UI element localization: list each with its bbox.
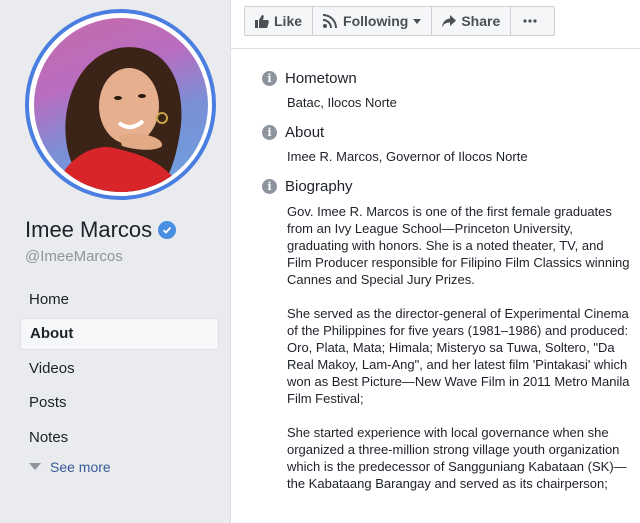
chevron-down-icon xyxy=(413,18,422,24)
like-label: Like xyxy=(274,13,303,29)
nav-item-notes[interactable]: Notes xyxy=(20,421,219,453)
share-label: Share xyxy=(461,13,501,29)
page-nav: Home About Videos Posts Notes See more xyxy=(20,283,219,478)
biography-title: Biography xyxy=(285,178,353,195)
about-card: Like Following Share i Hometown Batac, I… xyxy=(230,0,640,523)
left-column: Imee Marcos @ImeeMarcos Home About Video… xyxy=(0,0,230,523)
following-label: Following xyxy=(343,13,409,29)
following-button[interactable]: Following xyxy=(312,6,433,36)
profile-name[interactable]: Imee Marcos xyxy=(25,217,152,243)
chevron-down-icon xyxy=(29,463,41,470)
hometown-value: Batac, Ilocos Norte xyxy=(287,95,397,110)
thumbs-up-icon xyxy=(255,15,269,28)
hometown-title-row: i Hometown xyxy=(262,70,624,87)
see-more-label: See more xyxy=(50,458,111,475)
page-action-bar: Like Following Share xyxy=(244,6,556,36)
about-title: About xyxy=(285,124,325,141)
like-button[interactable]: Like xyxy=(244,6,314,36)
more-options-button[interactable] xyxy=(510,6,556,36)
avatar[interactable] xyxy=(33,17,208,192)
divider xyxy=(231,48,640,49)
biography-text: Gov. Imee R. Marcos is one of the first … xyxy=(287,203,630,492)
biography-paragraph: She served as the director-general of Ex… xyxy=(287,306,630,406)
rss-icon xyxy=(323,14,338,28)
see-more-link[interactable]: See more xyxy=(20,456,219,478)
about-section: i About Imee R. Marcos, Governor of Iloc… xyxy=(262,124,624,165)
share-arrow-icon xyxy=(442,14,457,27)
nav-item-home[interactable]: Home xyxy=(20,283,219,315)
about-title-row: i About xyxy=(262,124,624,141)
nav-item-posts[interactable]: Posts xyxy=(20,387,219,419)
info-icon: i xyxy=(262,71,277,86)
profile-handle[interactable]: @ImeeMarcos xyxy=(25,248,123,265)
avatar-portrait xyxy=(53,46,184,192)
nav-item-videos[interactable]: Videos xyxy=(20,352,219,384)
verified-badge-icon xyxy=(158,221,177,239)
nav-item-about[interactable]: About xyxy=(20,317,219,350)
hometown-title: Hometown xyxy=(285,70,357,87)
profile-picture-frame[interactable] xyxy=(25,9,216,200)
more-dots-icon xyxy=(523,19,537,23)
profile-name-row: Imee Marcos xyxy=(25,217,177,243)
biography-section: i Biography Gov. Imee R. Marcos is one o… xyxy=(262,178,629,509)
info-icon: i xyxy=(262,179,277,194)
biography-title-row: i Biography xyxy=(262,178,624,195)
hometown-section: i Hometown Batac, Ilocos Norte xyxy=(262,70,624,111)
info-icon: i xyxy=(262,125,277,140)
biography-paragraph: Gov. Imee R. Marcos is one of the first … xyxy=(287,204,630,287)
about-value: Imee R. Marcos, Governor of Ilocos Norte xyxy=(287,149,528,164)
biography-paragraph: She started experience with local govern… xyxy=(287,425,627,491)
share-button[interactable]: Share xyxy=(431,6,512,36)
